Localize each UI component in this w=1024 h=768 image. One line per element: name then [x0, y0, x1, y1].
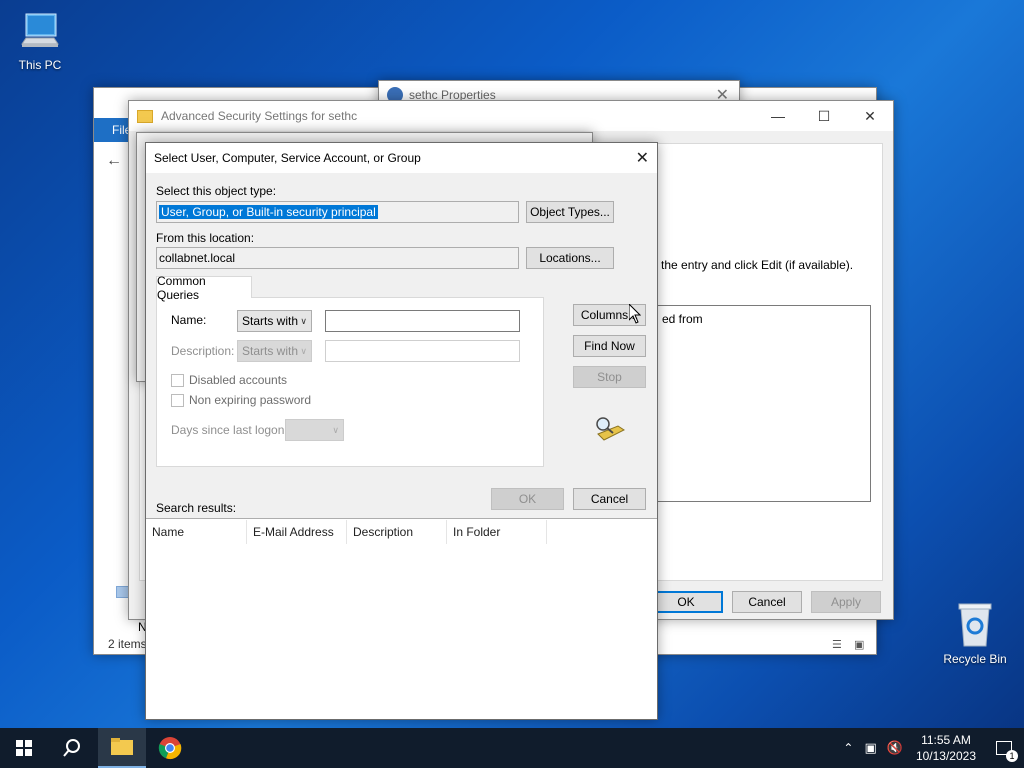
find-now-button[interactable]: Find Now — [573, 335, 646, 357]
disabled-accounts-checkbox[interactable]: Disabled accounts — [171, 373, 287, 387]
chevron-down-icon: ∨ — [300, 315, 307, 326]
days-since-logon-select[interactable]: ∨ — [285, 419, 344, 441]
tab-common-queries[interactable]: Common Queries — [156, 274, 252, 302]
object-types-button[interactable]: Object Types... — [526, 201, 614, 223]
clock[interactable]: 11:55 AM 10/13/2023 — [908, 732, 984, 764]
checkbox-box — [171, 393, 184, 407]
recycle-bin-label: Recycle Bin — [943, 652, 1007, 666]
this-pc-label: This PC — [18, 58, 62, 72]
checkbox-box — [171, 373, 184, 387]
column-header-email-label: E-Mail Address — [253, 525, 334, 539]
chevron-down-icon: ∨ — [332, 424, 339, 435]
column-header-name[interactable]: Name — [146, 520, 247, 544]
column-header-description[interactable]: Description — [347, 520, 447, 544]
days-since-logon-label: Days since last logon: — [171, 423, 288, 437]
name-mode-value: Starts with — [242, 314, 299, 328]
location-field[interactable]: collabnet.local — [156, 247, 519, 269]
non-expiring-password-label: Non expiring password — [189, 393, 312, 407]
folder-icon — [137, 109, 153, 123]
details-view-icon[interactable]: ☰ — [832, 638, 842, 651]
column-header-in-folder-label: In Folder — [453, 525, 501, 539]
close-icon[interactable]: ✕ — [847, 101, 893, 131]
large-icons-view-icon[interactable]: ▣ — [854, 638, 864, 651]
stop-button[interactable]: Stop — [573, 366, 646, 388]
tab-common-queries-label: Common Queries — [157, 273, 206, 302]
minimize-icon[interactable]: — — [755, 101, 801, 131]
file-explorer-taskbar-button[interactable] — [98, 728, 146, 768]
mouse-cursor-icon — [628, 302, 642, 327]
search-results-label: Search results: — [156, 501, 237, 515]
column-header-in-folder[interactable]: In Folder — [447, 520, 547, 544]
location-label: From this location: — [156, 231, 255, 245]
name-label: Name: — [171, 313, 207, 327]
close-icon[interactable]: ✕ — [636, 148, 649, 168]
chrome-icon — [158, 737, 182, 760]
clock-time: 11:55 AM — [921, 733, 971, 747]
dialog-cancel-button[interactable]: Cancel — [573, 488, 646, 510]
desktop-icon-this-pc[interactable]: This PC — [0, 10, 80, 72]
permission-entries-list[interactable]: ed from — [649, 305, 871, 502]
non-expiring-password-checkbox[interactable]: Non expiring password — [171, 393, 311, 407]
taskbar: ⌃ ▣ 🔇 11:55 AM 10/13/2023 1 — [0, 728, 1024, 768]
object-type-label: Select this object type: — [156, 184, 277, 198]
status-item-count: 2 items — [108, 637, 147, 651]
description-mode-value: Starts with — [242, 344, 299, 358]
notification-center-button[interactable]: 1 — [984, 728, 1024, 768]
chrome-taskbar-button[interactable] — [146, 728, 194, 768]
network-icon[interactable]: ▣ — [859, 740, 881, 756]
object-type-value: User, Group, or Built-in security princi… — [159, 205, 378, 219]
locations-button[interactable]: Locations... — [526, 247, 614, 269]
desktop-icon-recycle-bin[interactable]: Recycle Bin — [935, 600, 1015, 666]
this-pc-icon — [18, 10, 62, 54]
system-tray: ⌃ ▣ 🔇 11:55 AM 10/13/2023 1 — [837, 728, 1024, 768]
name-search-input[interactable] — [325, 310, 520, 332]
search-button[interactable] — [48, 728, 96, 768]
instruction-text: the entry and click Edit (if available). — [661, 258, 854, 272]
column-header-name-label: Name — [152, 525, 185, 539]
description-label: Description: — [171, 344, 235, 358]
description-search-input[interactable] — [325, 340, 520, 362]
dialog-ok-button[interactable]: OK — [491, 488, 564, 510]
select-user-dialog-title: Select User, Computer, Service Account, … — [154, 151, 421, 165]
cancel-button[interactable]: Cancel — [732, 591, 802, 613]
start-button[interactable] — [0, 728, 48, 768]
volume-muted-icon[interactable]: 🔇 — [882, 740, 908, 756]
description-mode-select[interactable]: Starts with ∨ — [237, 340, 312, 362]
disabled-accounts-label: Disabled accounts — [189, 373, 288, 387]
back-arrow-icon[interactable]: ← — [106, 152, 122, 170]
clock-date: 10/13/2023 — [915, 749, 976, 763]
chevron-down-icon: ∨ — [300, 345, 307, 356]
recycle-bin-icon — [953, 600, 997, 648]
advanced-security-title: Advanced Security Settings for sethc — [161, 109, 358, 123]
column-header-email[interactable]: E-Mail Address — [247, 520, 347, 544]
ok-button[interactable]: OK — [649, 591, 723, 613]
chevron-up-icon[interactable]: ⌃ — [837, 741, 859, 755]
column-inherited-from: ed from — [662, 312, 703, 326]
search-magnifier-icon — [592, 414, 626, 442]
notification-count-badge: 1 — [1006, 750, 1018, 762]
search-icon — [63, 739, 80, 757]
column-header-description-label: Description — [353, 525, 414, 539]
folder-icon — [111, 738, 133, 755]
name-mode-select[interactable]: Starts with ∨ — [237, 310, 312, 332]
maximize-icon[interactable]: ☐ — [801, 101, 847, 131]
object-type-field[interactable]: User, Group, or Built-in security princi… — [156, 201, 519, 223]
search-results-list[interactable] — [146, 518, 657, 719]
windows-logo-icon — [16, 740, 32, 756]
apply-button[interactable]: Apply — [811, 591, 881, 613]
